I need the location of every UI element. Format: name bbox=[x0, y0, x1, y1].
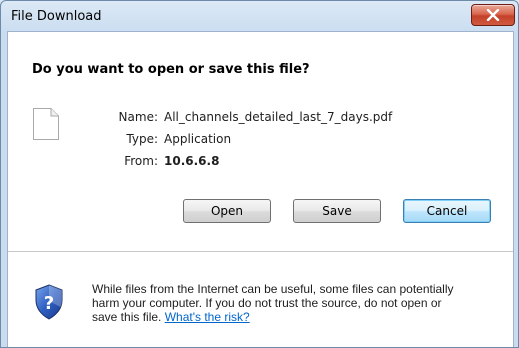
from-label: From: bbox=[124, 154, 158, 168]
warning-line-3-text: save this file. bbox=[92, 310, 165, 324]
file-from-row: From: 10.6.6.8 bbox=[8, 153, 513, 169]
open-button[interactable]: Open bbox=[183, 199, 271, 223]
shield-question-icon: ? bbox=[34, 284, 64, 324]
window-title: File Download bbox=[11, 9, 102, 24]
svg-text:?: ? bbox=[44, 293, 54, 314]
file-name-row: Name: All_channels_detailed_last_7_days.… bbox=[8, 109, 513, 125]
warning-text: While files from the Internet can be use… bbox=[92, 282, 502, 324]
security-warning: ? While files from the Internet can be u… bbox=[8, 252, 513, 347]
dialog-body: Do you want to open or save this file? N… bbox=[7, 31, 514, 347]
file-download-dialog: File Download Do you want to open or sav… bbox=[0, 0, 519, 348]
file-type-row: Type: Application bbox=[8, 131, 513, 147]
warning-line-3: save this file. What's the risk? bbox=[92, 310, 502, 324]
warning-line-1: While files from the Internet can be use… bbox=[92, 282, 454, 296]
file-type-value: Application bbox=[164, 132, 232, 146]
title-bar[interactable]: File Download bbox=[1, 1, 518, 33]
file-name-value: All_channels_detailed_last_7_days.pdf bbox=[164, 110, 393, 124]
warning-line-2: harm your computer. If you do not trust … bbox=[92, 296, 442, 310]
close-button[interactable] bbox=[471, 4, 515, 26]
whats-the-risk-link[interactable]: What's the risk? bbox=[165, 310, 250, 324]
type-label: Type: bbox=[126, 132, 158, 146]
cancel-button[interactable]: Cancel bbox=[403, 199, 491, 223]
file-from-value: 10.6.6.8 bbox=[164, 154, 220, 168]
save-button[interactable]: Save bbox=[293, 199, 381, 223]
dialog-question: Do you want to open or save this file? bbox=[32, 62, 310, 77]
name-label: Name: bbox=[118, 110, 158, 124]
